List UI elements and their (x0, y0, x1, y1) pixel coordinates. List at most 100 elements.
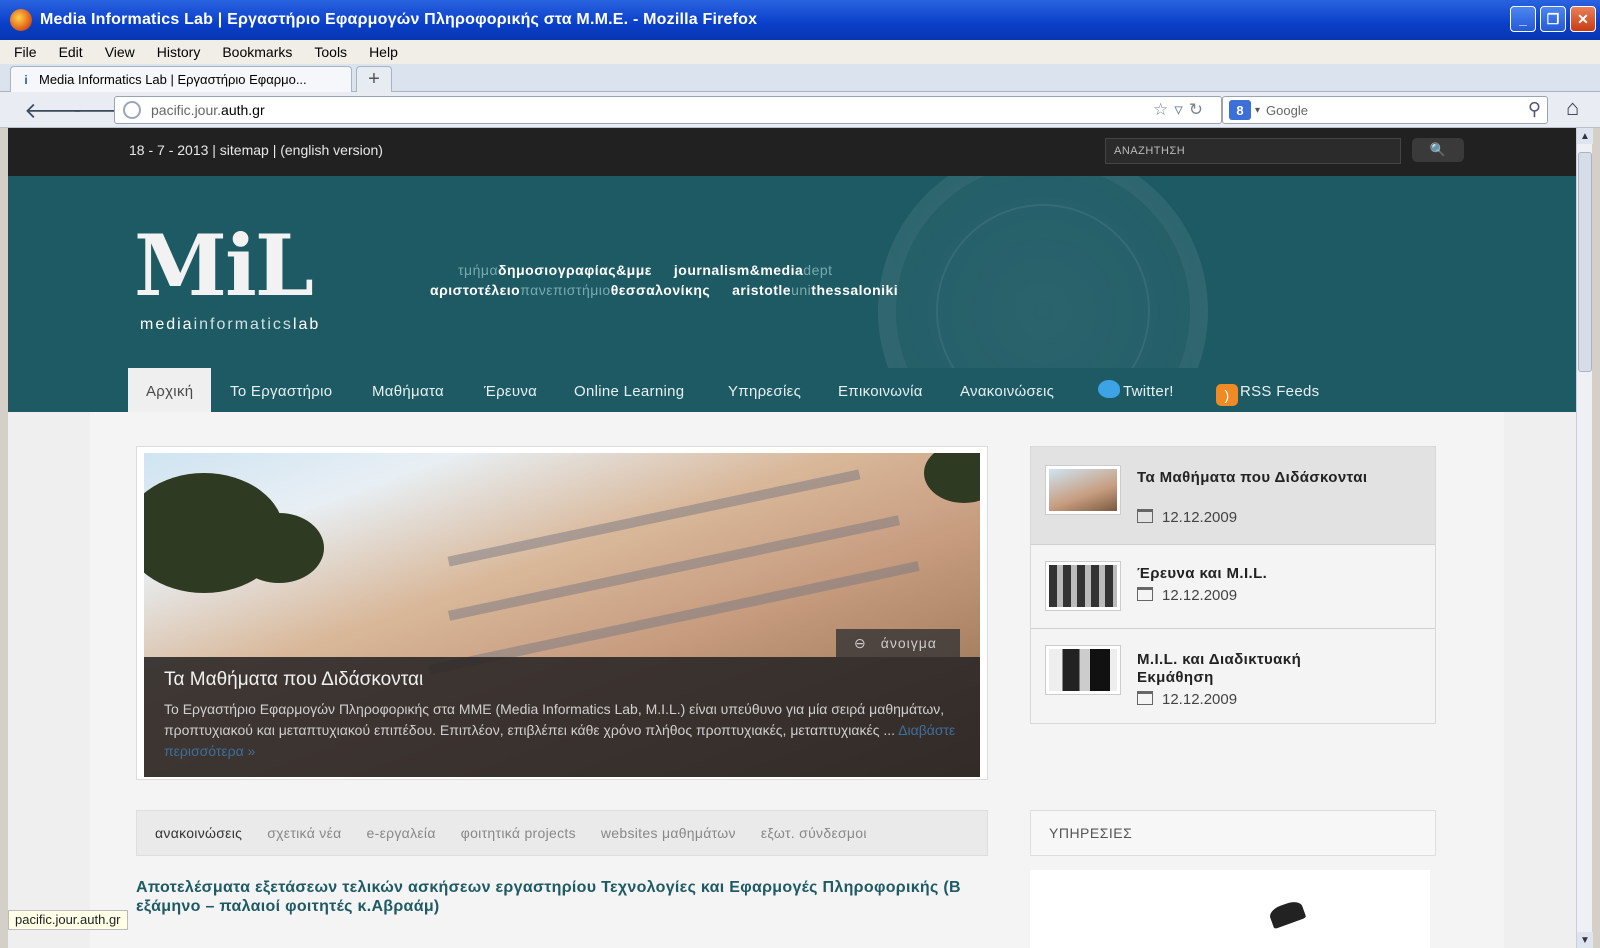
site-header: MiL mediainformaticslab τμήμαδημοσιογραφ… (8, 176, 1584, 368)
menu-help[interactable]: Help (369, 44, 398, 60)
featured-slider: ⊖ άνοιγμα Τα Μαθήματα που Διδάσκονται Το … (136, 446, 988, 780)
scroll-up-arrow-icon[interactable]: ▲ (1577, 128, 1593, 144)
item-title: Τα Μαθήματα που Διδάσκονται (1137, 469, 1368, 486)
url-bar[interactable]: pacific.jour. auth.gr ☆▿↻ (114, 96, 1222, 124)
dept-2-e: uni (791, 282, 812, 298)
vertical-scrollbar[interactable]: ▲ ▼ (1576, 128, 1593, 948)
item-date: 12.12.2009 (1137, 587, 1237, 604)
new-tab-button[interactable]: + (356, 66, 392, 92)
dept-2-b: πανεπιστήμιο (520, 282, 611, 298)
scroll-thumb[interactable] (1578, 152, 1592, 372)
nav-lab[interactable]: Το Εργαστήριο (230, 368, 332, 412)
reload-icon[interactable]: ↻ (1189, 100, 1209, 119)
item-thumbnail (1045, 561, 1121, 611)
twitter-bird-icon (1098, 380, 1120, 398)
balcony-row (447, 469, 861, 567)
bookmark-star-icon[interactable]: ☆ (1153, 100, 1174, 119)
news-headline-link[interactable]: Αποτελέσματα εξετάσεων τελικών ασκήσεων … (136, 878, 966, 916)
tab-related-news[interactable]: σχετικά νέα (267, 825, 341, 841)
nav-twitter[interactable]: Twitter! (1098, 368, 1174, 412)
footprint-icon[interactable] (1267, 898, 1307, 930)
window-title: Media Informatics Lab | Εργαστήριο Εφαρμ… (40, 11, 758, 28)
nav-rss[interactable]: ) RSS Feeds (1216, 368, 1319, 412)
slider-title[interactable]: Τα Μαθήματα που Διδάσκονται (164, 669, 960, 691)
scroll-down-arrow-icon[interactable]: ▼ (1577, 932, 1593, 948)
dept-1-b: δημοσιογραφίας&μμε (498, 262, 652, 278)
close-button[interactable]: ✕ (1570, 6, 1596, 32)
google-engine-icon[interactable]: 8 (1229, 100, 1251, 120)
browser-tab[interactable]: i Media Informatics Lab | Εργαστήριο Εφα… (10, 66, 352, 92)
engine-dropdown-icon[interactable]: ▾ (1255, 105, 1260, 116)
menu-tools[interactable]: Tools (314, 44, 347, 60)
menu-bar: File Edit View History Bookmarks Tools H… (0, 40, 1600, 64)
home-icon[interactable]: ⌂ (1566, 95, 1579, 121)
services-heading: ΥΠΗΡΕΣΙΕΣ (1030, 810, 1436, 856)
item-date: 12.12.2009 (1137, 509, 1237, 526)
tab-student-projects[interactable]: φοιτητικά projects (461, 825, 576, 841)
featured-list-item[interactable]: M.I.L. και Διαδικτυακή Εκμάθηση 12.12.20… (1031, 629, 1435, 725)
logo-subtitle: mediainformaticslab (140, 316, 320, 334)
menu-file[interactable]: File (14, 44, 37, 60)
nav-contact[interactable]: Επικοινωνία (838, 368, 923, 412)
featured-list-item[interactable]: Έρευνα και M.I.L. 12.12.2009 (1031, 545, 1435, 629)
navigation-toolbar: 🡐 🡒 pacific.jour. auth.gr ☆▿↻ 8 ▾ Google … (0, 92, 1600, 128)
featured-list-item[interactable]: Τα Μαθήματα που Διδάσκονται 12.12.2009 (1031, 447, 1435, 545)
menu-edit[interactable]: Edit (59, 44, 83, 60)
tab-external-links[interactable]: εξωτ. σύνδεσμοι (761, 825, 867, 841)
dept-2-d: aristotle (710, 282, 792, 298)
nav-twitter-label: Twitter! (1123, 383, 1174, 400)
main-navigation: Αρχική Το Εργαστήριο Μαθήματα Έρευνα Onl… (8, 368, 1584, 412)
status-bar: pacific.jour.auth.gr (8, 910, 128, 930)
tree-foliage (924, 453, 980, 503)
tab-strip: i Media Informatics Lab | Εργαστήριο Εφα… (0, 64, 1600, 92)
open-caption-toggle[interactable]: ⊖ άνοιγμα (836, 629, 960, 657)
nav-online-learning[interactable]: Online Learning (574, 368, 684, 412)
open-label: άνοιγμα (880, 635, 937, 651)
url-tools: ☆▿↻ (1153, 100, 1209, 120)
tab-announcements[interactable]: ανακοινώσεις (155, 825, 242, 841)
featured-photo[interactable]: ⊖ άνοιγμα Τα Μαθήματα που Διδάσκονται Το … (144, 453, 980, 777)
mil-logo[interactable]: MiL (134, 216, 314, 315)
featured-list: Τα Μαθήματα που Διδάσκονται 12.12.2009 Έ… (1030, 446, 1436, 724)
logo-sub-informatics: informatics (193, 316, 293, 333)
nav-courses[interactable]: Μαθήματα (372, 368, 444, 412)
menu-view[interactable]: View (105, 44, 135, 60)
slider-body: Το Εργαστήριο Εφαρμογών Πληροφορικής στα… (164, 701, 945, 738)
site-search-button[interactable]: 🔍 (1412, 138, 1464, 162)
item-date-text: 12.12.2009 (1162, 587, 1238, 604)
tab-e-tools[interactable]: e-εργαλεία (367, 825, 436, 841)
site-identity-icon[interactable] (123, 101, 141, 119)
item-date-text: 12.12.2009 (1162, 509, 1238, 526)
search-engine-placeholder: Google (1266, 102, 1308, 118)
menu-history[interactable]: History (157, 44, 201, 60)
item-title: M.I.L. και Διαδικτυακή Εκμάθηση (1137, 651, 1302, 686)
services-box (1030, 870, 1430, 948)
nav-research[interactable]: Έρευνα (484, 368, 537, 412)
search-icon[interactable]: ⚲ (1528, 99, 1541, 120)
university-seal-icon (878, 176, 1208, 368)
search-engine-box[interactable]: 8 ▾ Google ⚲ (1222, 96, 1548, 124)
history-dropdown-icon[interactable]: ▿ (1174, 100, 1189, 119)
nav-services[interactable]: Υπηρεσίες (728, 368, 801, 412)
nav-announcements[interactable]: Ανακοινώσεις (960, 368, 1054, 412)
dept-line-1: τμήμαδημοσιογραφίας&μμε journalism&media… (458, 262, 833, 278)
tab-course-websites[interactable]: websites μαθημάτων (601, 825, 736, 841)
dept-2-a: αριστοτέλειο (430, 282, 521, 298)
url-domain: auth.gr (221, 102, 265, 118)
seal-inner-ring (936, 204, 1150, 368)
minimize-button[interactable]: _ (1510, 6, 1536, 32)
restore-button[interactable]: ❐ (1540, 6, 1566, 32)
site-search-input[interactable]: ΑΝΑΖΗΤΗΣΗ (1105, 138, 1401, 164)
content-tabs: ανακοινώσεις σχετικά νέα e-εργαλεία φοιτ… (136, 810, 988, 856)
dept-1-d: dept (803, 262, 833, 278)
nav-home[interactable]: Αρχική (128, 368, 212, 412)
balcony-row (447, 515, 901, 621)
firefox-logo-icon (10, 9, 32, 31)
window-titlebar: Media Informatics Lab | Εργαστήριο Εφαρμ… (0, 0, 1600, 40)
date-and-links[interactable]: 18 - 7 - 2013 | sitemap | (english versi… (129, 142, 383, 158)
menu-bookmarks[interactable]: Bookmarks (222, 44, 292, 60)
magnifier-icon: 🔍 (1429, 142, 1447, 157)
dept-1-a: τμήμα (458, 262, 499, 278)
calendar-icon (1137, 587, 1153, 601)
dept-line-2: αριστοτέλειοπανεπιστήμιοθεσσαλονίκης ari… (430, 282, 898, 298)
